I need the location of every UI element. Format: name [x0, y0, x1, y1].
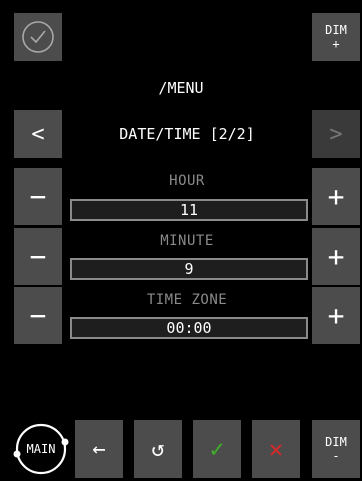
hour-label: HOUR: [169, 173, 205, 189]
timezone-plus-button[interactable]: +: [312, 287, 360, 344]
minute-plus-button[interactable]: +: [312, 228, 360, 285]
menu-path: /MENU: [158, 79, 204, 97]
dim-minus-label: DIM: [325, 435, 347, 449]
minus-icon: −: [29, 180, 47, 213]
cancel-button[interactable]: ✕: [252, 420, 300, 478]
minus-icon: −: [29, 240, 47, 273]
dim-plus-sign: +: [332, 37, 340, 51]
timezone-value-field[interactable]: 00:00: [70, 317, 308, 339]
hour-value-field[interactable]: 11: [70, 199, 308, 221]
check-status-button[interactable]: [14, 13, 62, 61]
plus-icon: +: [327, 299, 345, 332]
timezone-minus-button[interactable]: −: [14, 287, 62, 344]
reset-button[interactable]: ↺: [134, 420, 182, 478]
chevron-left-icon: <: [31, 121, 45, 147]
timezone-label: TIME ZONE: [146, 292, 228, 308]
confirm-button[interactable]: ✓: [193, 420, 241, 478]
arrow-left-icon: ←: [92, 436, 106, 462]
chevron-right-icon: >: [329, 121, 343, 147]
prev-page-button[interactable]: <: [14, 110, 62, 158]
minute-minus-button[interactable]: −: [14, 228, 62, 285]
minute-value-field[interactable]: 9: [70, 258, 308, 280]
close-icon: ✕: [268, 435, 284, 463]
check-icon: ✓: [209, 435, 225, 463]
undo-icon: ↺: [151, 436, 165, 462]
next-page-button[interactable]: >: [312, 110, 360, 158]
minute-label: MINUTE: [160, 233, 214, 249]
check-circle-icon: [22, 21, 54, 53]
hour-plus-button[interactable]: +: [312, 168, 360, 225]
back-button[interactable]: ←: [75, 420, 123, 478]
plus-icon: +: [327, 180, 345, 213]
hour-minus-button[interactable]: −: [14, 168, 62, 225]
main-label: MAIN: [26, 442, 56, 456]
plus-icon: +: [327, 240, 345, 273]
main-button[interactable]: MAIN: [12, 420, 70, 478]
dim-plus-button[interactable]: DIM +: [312, 13, 360, 61]
page-title: DATE/TIME [2/2]: [119, 125, 255, 143]
dim-minus-sign: -: [332, 449, 340, 463]
dim-minus-button[interactable]: DIM -: [312, 420, 360, 478]
dim-plus-label: DIM: [325, 23, 347, 37]
minus-icon: −: [29, 299, 47, 332]
